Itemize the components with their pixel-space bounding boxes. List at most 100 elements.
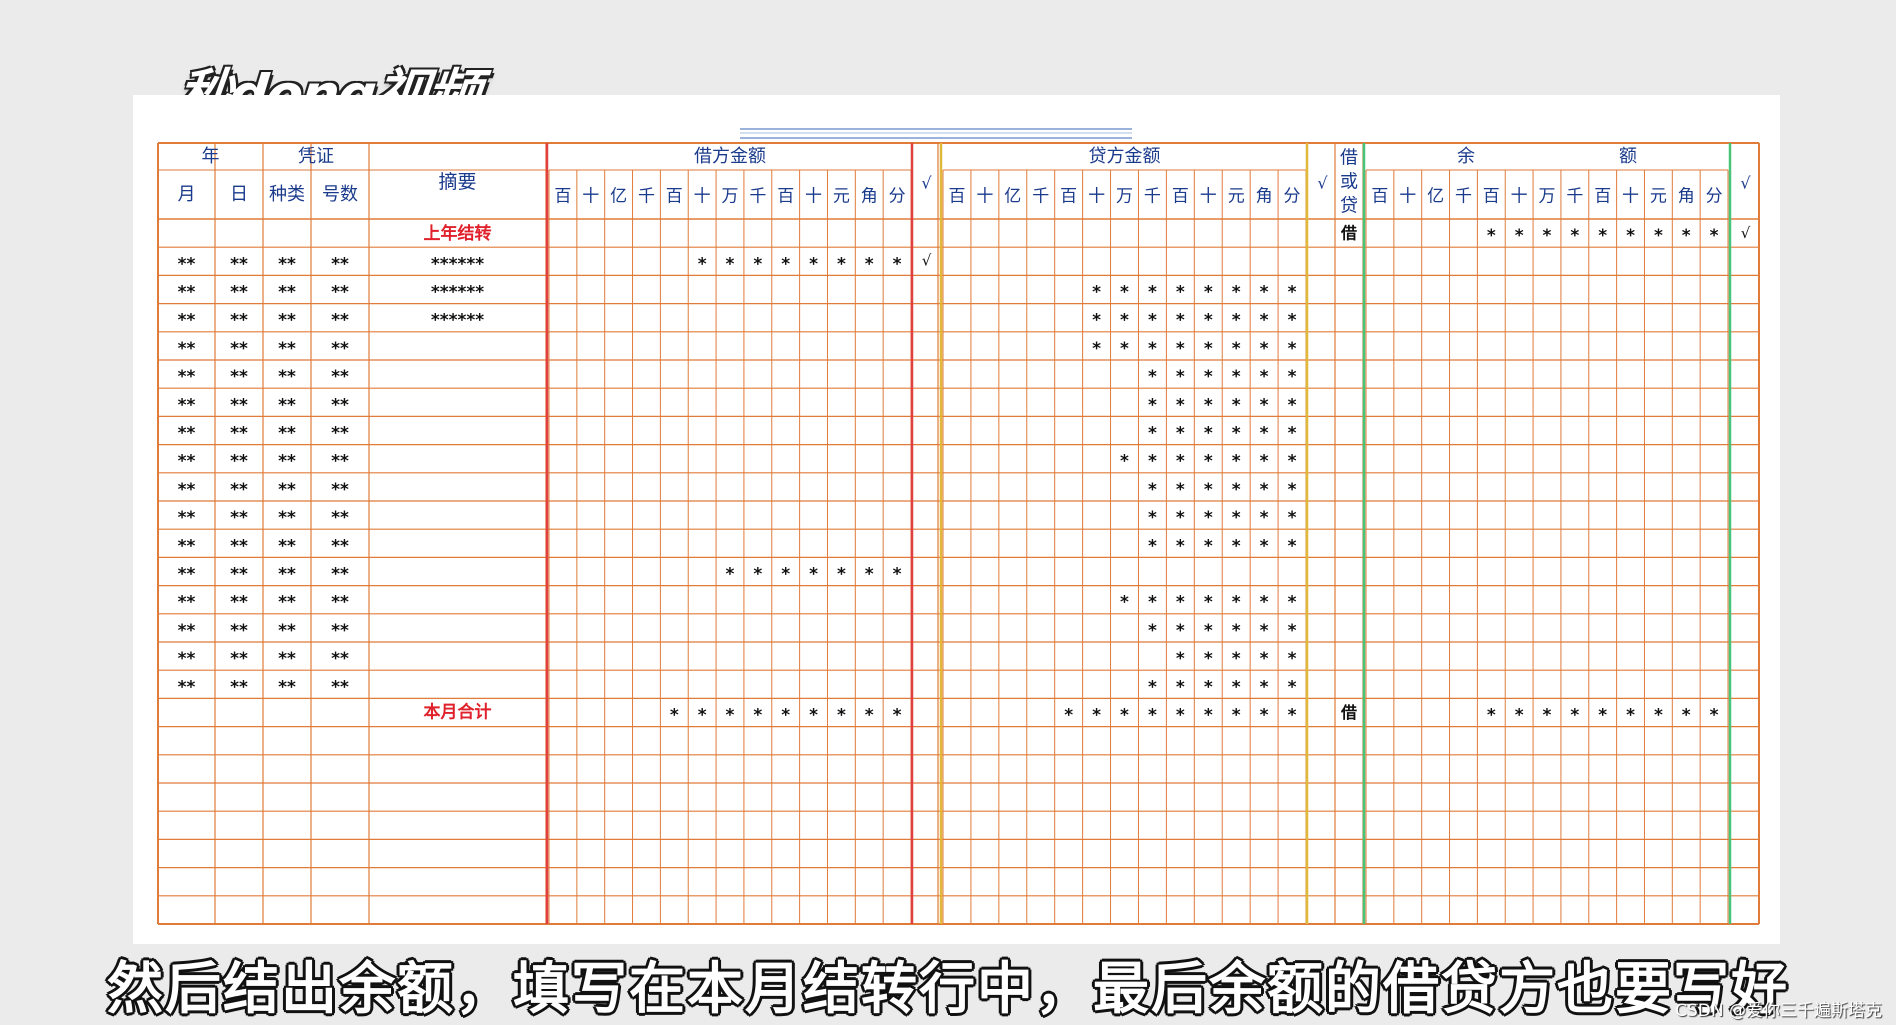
date-cell: ** xyxy=(230,536,248,556)
amount-digit: * xyxy=(1570,226,1579,246)
amount-digit: * xyxy=(1487,706,1496,726)
header-digit-unit: 万 xyxy=(1116,187,1133,207)
date-cell: ** xyxy=(230,254,248,274)
summary-cell: ****** xyxy=(431,283,484,303)
amount-digit: * xyxy=(1176,480,1185,500)
opening-balance-check: √ xyxy=(1741,224,1751,242)
amount-digit: * xyxy=(1204,480,1213,500)
header-year: 年 xyxy=(202,146,220,167)
date-cell: ** xyxy=(331,480,349,500)
amount-digit: * xyxy=(1176,621,1185,641)
header-digit-unit: 元 xyxy=(1650,187,1667,207)
summary-cell: ****** xyxy=(431,254,484,274)
amount-digit: * xyxy=(893,706,902,726)
amount-digit: * xyxy=(1288,452,1297,472)
date-cell: ** xyxy=(178,480,196,500)
amount-digit: * xyxy=(1232,367,1241,387)
header-digit-unit: 十 xyxy=(1200,187,1217,207)
amount-digit: * xyxy=(726,565,735,585)
date-cell: ** xyxy=(331,565,349,585)
header-voucher-number: 号数 xyxy=(322,184,358,205)
amount-digit: * xyxy=(1288,367,1297,387)
date-cell: ** xyxy=(278,649,296,669)
date-cell: ** xyxy=(230,649,248,669)
amount-digit: * xyxy=(1148,283,1157,303)
amount-digit: * xyxy=(1176,649,1185,669)
video-subtitle: 然后结出余额，填写在本月结转行中，最后余额的借贷方也要写好 xyxy=(107,957,1789,1022)
date-cell: ** xyxy=(178,311,196,331)
header-balance-left: 余 xyxy=(1457,146,1475,167)
date-cell: ** xyxy=(230,565,248,585)
date-cell: ** xyxy=(278,565,296,585)
amount-digit: * xyxy=(1288,593,1297,613)
header-summary: 摘要 xyxy=(438,171,476,193)
header-credit-check: √ xyxy=(1317,174,1328,193)
date-cell: ** xyxy=(331,283,349,303)
amount-digit: * xyxy=(1204,452,1213,472)
header-digit-unit: 元 xyxy=(833,187,850,207)
amount-digit: * xyxy=(1260,536,1269,556)
amount-digit: * xyxy=(1176,536,1185,556)
amount-digit: * xyxy=(1232,395,1241,415)
amount-digit: * xyxy=(1176,452,1185,472)
amount-digit: * xyxy=(1176,508,1185,528)
amount-digit: * xyxy=(1232,649,1241,669)
amount-digit: * xyxy=(865,565,874,585)
header-digit-unit: 百 xyxy=(1594,187,1611,207)
amount-digit: * xyxy=(1176,395,1185,415)
amount-digit: * xyxy=(1260,480,1269,500)
amount-digit: * xyxy=(1148,593,1157,613)
amount-digit: * xyxy=(1204,677,1213,697)
amount-digit: * xyxy=(1288,424,1297,444)
amount-digit: * xyxy=(1148,508,1157,528)
amount-digit: * xyxy=(1543,226,1552,246)
header-digit-unit: 千 xyxy=(1032,187,1049,207)
amount-digit: * xyxy=(837,706,846,726)
date-cell: ** xyxy=(178,621,196,641)
header-digit-unit: 分 xyxy=(1706,187,1723,207)
amount-digit: * xyxy=(1204,283,1213,303)
date-cell: ** xyxy=(178,339,196,359)
amount-digit: * xyxy=(1626,706,1635,726)
debit-check-mark: √ xyxy=(922,251,932,269)
date-cell: ** xyxy=(178,508,196,528)
date-cell: ** xyxy=(278,452,296,472)
amount-digit: * xyxy=(1204,508,1213,528)
date-cell: ** xyxy=(331,536,349,556)
amount-digit: * xyxy=(1260,706,1269,726)
amount-digit: * xyxy=(1204,536,1213,556)
amount-digit: * xyxy=(1654,226,1663,246)
header-digit-unit: 百 xyxy=(1483,187,1500,207)
amount-digit: * xyxy=(1260,424,1269,444)
header-credit-amount: 贷方金额 xyxy=(1089,146,1161,167)
header-month: 月 xyxy=(178,184,196,205)
date-cell: ** xyxy=(331,254,349,274)
amount-digit: * xyxy=(1204,395,1213,415)
amount-digit: * xyxy=(1260,593,1269,613)
amount-digit: * xyxy=(893,565,902,585)
date-cell: ** xyxy=(230,283,248,303)
amount-digit: * xyxy=(1232,536,1241,556)
amount-digit: * xyxy=(781,706,790,726)
amount-digit: * xyxy=(1204,339,1213,359)
amount-digit: * xyxy=(1543,706,1552,726)
amount-digit: * xyxy=(1204,367,1213,387)
header-digit-unit: 分 xyxy=(1284,187,1301,207)
amount-digit: * xyxy=(1260,677,1269,697)
amount-digit: * xyxy=(1288,339,1297,359)
date-cell: ** xyxy=(331,311,349,331)
amount-digit: * xyxy=(698,706,707,726)
amount-digit: * xyxy=(837,565,846,585)
amount-digit: * xyxy=(1120,339,1129,359)
amount-digit: * xyxy=(1176,593,1185,613)
header-digit-unit: 亿 xyxy=(1004,187,1021,207)
date-cell: ** xyxy=(331,649,349,669)
header-digit-unit: 千 xyxy=(638,187,655,207)
header-debit-amount: 借方金额 xyxy=(694,146,766,167)
opening-direction: 借 xyxy=(1340,224,1357,243)
date-cell: ** xyxy=(230,480,248,500)
amount-digit: * xyxy=(670,706,679,726)
amount-digit: * xyxy=(781,254,790,274)
amount-digit: * xyxy=(1120,706,1129,726)
amount-digit: * xyxy=(1120,311,1129,331)
